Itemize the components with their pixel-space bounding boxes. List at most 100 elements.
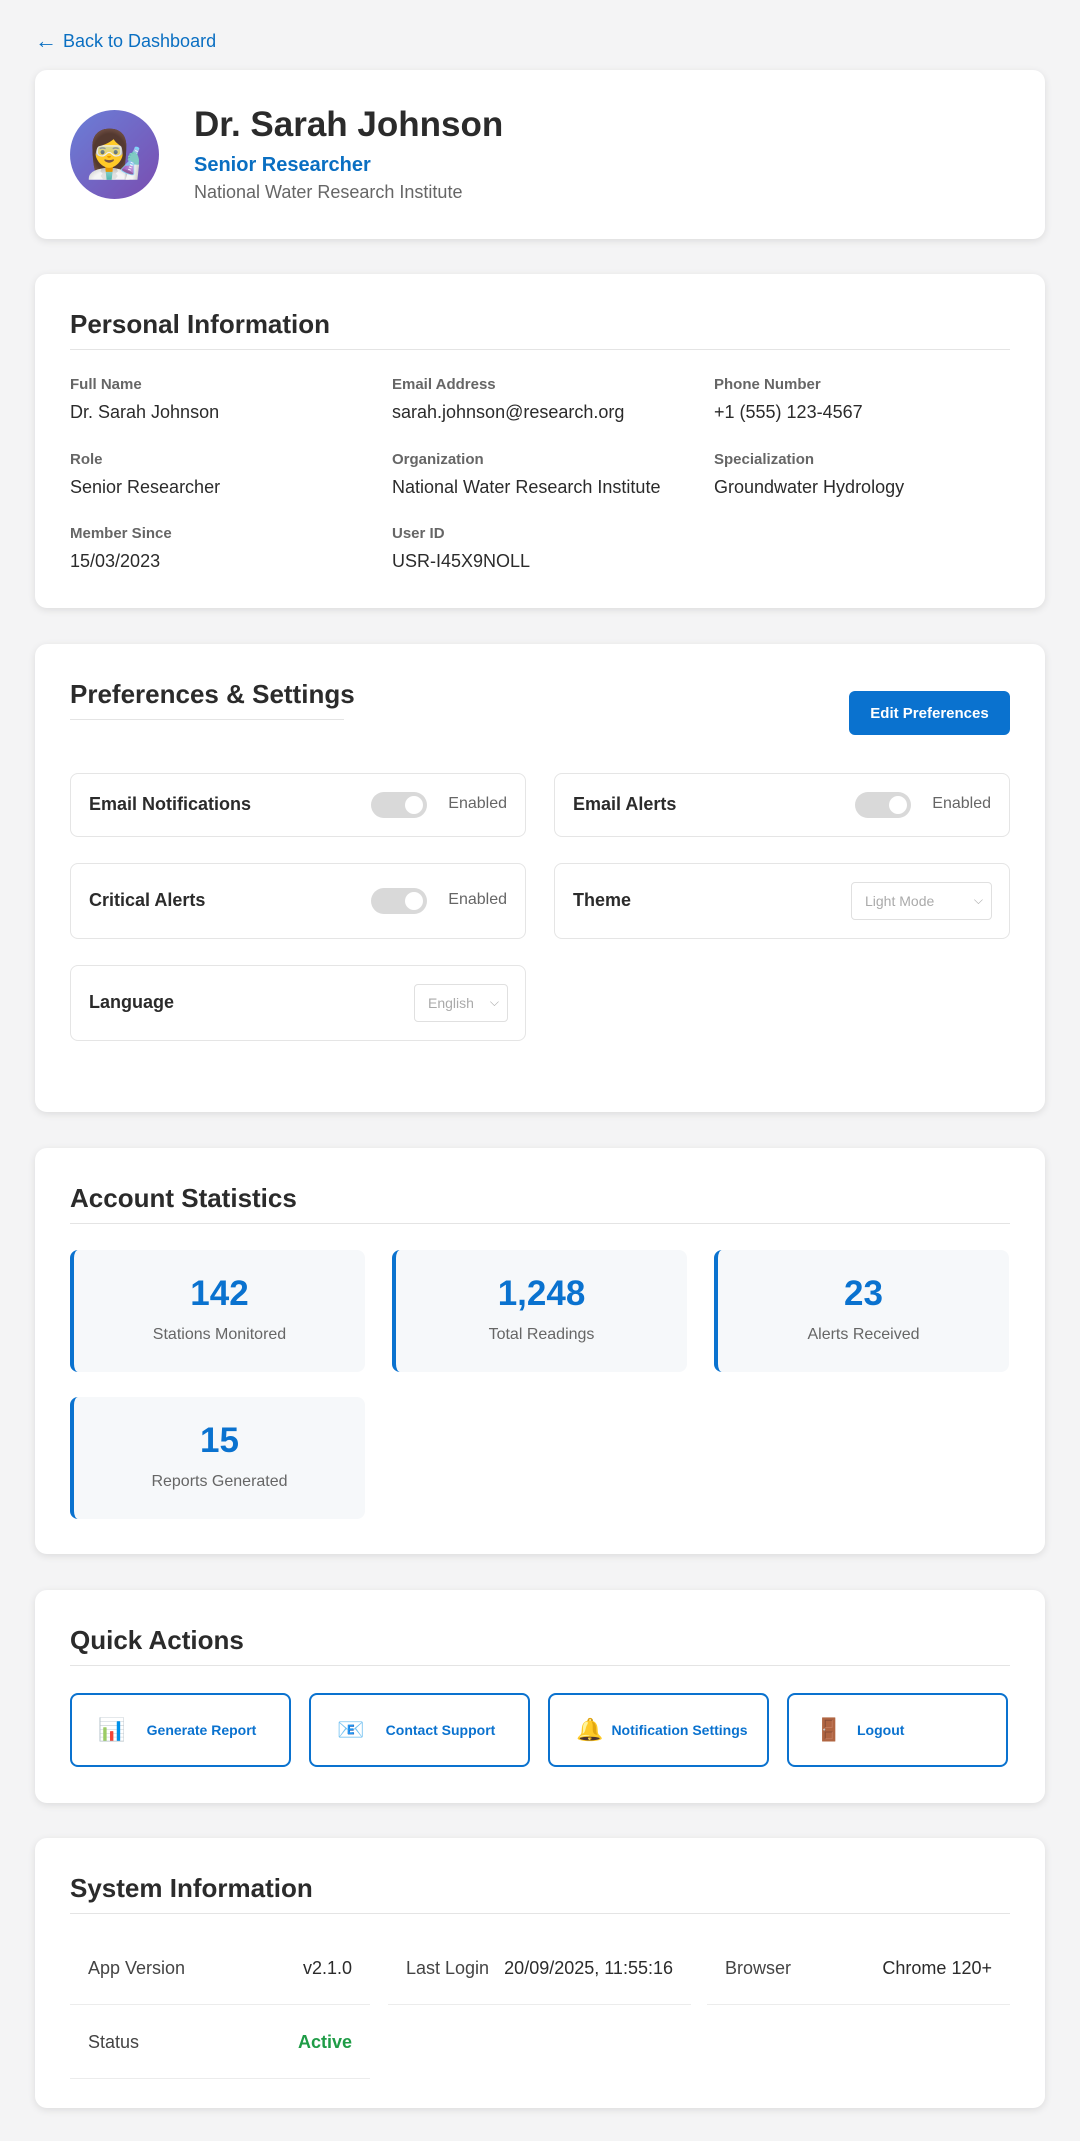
stat-stations-monitored: 142 Stations Monitored [70, 1250, 365, 1372]
field-value: Senior Researcher [70, 477, 221, 497]
toggle-knob [889, 796, 907, 814]
field-value: Dr. Sarah Johnson [70, 402, 220, 422]
section-title-actions: Quick Actions [70, 1625, 244, 1655]
theme-select-value: Light Mode [865, 893, 935, 909]
toggle-state: Enabled [448, 795, 507, 812]
email-alerts-toggle[interactable] [855, 792, 911, 818]
bell-icon: 🔔 [576, 1717, 604, 1742]
field-label: Phone Number [714, 376, 821, 393]
section-divider [70, 1665, 1010, 1666]
field-role: Role Senior Researcher [70, 451, 370, 498]
language-select[interactable]: English ⌵ [414, 984, 508, 1022]
email-notifications-toggle[interactable] [371, 792, 427, 818]
profile-header-card: 👩‍🔬 Dr. Sarah Johnson Senior Researcher … [35, 70, 1045, 239]
theme-select[interactable]: Light Mode ⌵ [851, 882, 992, 920]
door-icon: 🚪 [815, 1717, 843, 1742]
field-label: Member Since [70, 525, 172, 542]
stat-total-readings: 1,248 Total Readings [392, 1250, 687, 1372]
chevron-down-icon: ⌵ [489, 995, 499, 1009]
section-title-preferences: Preferences & Settings [70, 679, 355, 709]
language-select-value: English [428, 995, 474, 1011]
pref-label: Critical Alerts [89, 890, 206, 910]
pref-language: Language English ⌵ [70, 965, 526, 1041]
account-statistics-card: Account Statistics 142 Stations Monitore… [35, 1148, 1045, 1554]
arrow-left-icon: ← [35, 28, 57, 53]
toggle-state: Enabled [932, 795, 991, 812]
system-row-last-login: Last Login 20/09/2025, 11:55:16 [388, 1933, 691, 2005]
field-label: Specialization [714, 451, 815, 468]
system-value: v2.1.0 [302, 1958, 352, 1978]
field-label: Full Name [70, 376, 142, 393]
system-row-browser: Browser Chrome 120+ [707, 1933, 1010, 2005]
system-label: App Version [88, 1958, 186, 1978]
logout-button[interactable]: 🚪 Logout [787, 1693, 1008, 1767]
section-divider [70, 1223, 1010, 1224]
field-member-since: Member Since 15/03/2023 [70, 525, 370, 572]
bar-chart-icon: 📊 [98, 1717, 126, 1742]
action-label: Logout [857, 1721, 905, 1738]
section-title-system: System Information [70, 1873, 313, 1903]
field-organization: Organization National Water Research Ins… [392, 451, 692, 498]
notification-settings-button[interactable]: 🔔 Notification Settings [548, 1693, 769, 1767]
pref-label: Email Notifications [89, 794, 252, 814]
contact-support-button[interactable]: 📧 Contact Support [309, 1693, 530, 1767]
section-title-statistics: Account Statistics [70, 1183, 297, 1213]
section-divider [70, 349, 1010, 350]
pref-label: Email Alerts [573, 794, 677, 814]
system-information-card: System Information App Version v2.1.0 La… [35, 1838, 1045, 2108]
system-label: Browser [725, 1958, 792, 1978]
stat-label: Alerts Received [807, 1326, 920, 1343]
system-row-app-version: App Version v2.1.0 [70, 1933, 370, 2005]
stat-value: 142 [190, 1274, 249, 1313]
back-link-label: Back to Dashboard [63, 30, 217, 51]
scientist-avatar-icon: 👩‍🔬 [70, 110, 159, 199]
stat-label: Total Readings [488, 1326, 595, 1343]
field-full-name: Full Name Dr. Sarah Johnson [70, 376, 370, 423]
pref-label: Theme [573, 890, 632, 910]
action-label: Contact Support [385, 1721, 496, 1738]
action-label: Notification Settings [611, 1721, 748, 1738]
toggle-knob [405, 796, 423, 814]
field-value: sarah.johnson@research.org [392, 402, 625, 422]
quick-actions-card: Quick Actions 📊 Generate Report 📧 Contac… [35, 1590, 1045, 1803]
toggle-state: Enabled [448, 891, 507, 908]
personal-information-card: Personal Information Full Name Dr. Sarah… [35, 274, 1045, 608]
profile-name: Dr. Sarah Johnson [194, 105, 504, 144]
stat-value: 15 [200, 1421, 239, 1460]
pref-email-notifications: Email Notifications Enabled [70, 773, 526, 837]
system-value: 20/09/2025, 11:55:16 [504, 1958, 673, 1978]
field-label: Organization [392, 451, 484, 468]
system-value: Chrome 120+ [882, 1958, 992, 1978]
pref-label: Language [89, 992, 175, 1012]
stat-value: 23 [844, 1274, 883, 1313]
system-label: Last Login [406, 1958, 490, 1978]
critical-alerts-toggle[interactable] [371, 888, 427, 914]
field-phone: Phone Number +1 (555) 123-4567 [714, 376, 1014, 423]
envelope-icon: 📧 [337, 1717, 365, 1742]
system-label: Status [88, 2032, 140, 2052]
pref-theme: Theme Light Mode ⌵ [554, 863, 1010, 939]
edit-preferences-button[interactable]: Edit Preferences [849, 691, 1010, 735]
generate-report-button[interactable]: 📊 Generate Report [70, 1693, 291, 1767]
field-label: User ID [392, 525, 445, 542]
field-value: USR-I45X9NOLL [392, 551, 531, 571]
system-row-status: Status Active [70, 2007, 370, 2079]
field-specialization: Specialization Groundwater Hydrology [714, 451, 1014, 498]
stat-label: Reports Generated [151, 1473, 288, 1490]
chevron-down-icon: ⌵ [973, 893, 983, 907]
pref-email-alerts: Email Alerts Enabled [554, 773, 1010, 837]
section-divider [70, 719, 344, 720]
status-badge: Active [297, 2032, 352, 2052]
preferences-card: Preferences & Settings Edit Preferences … [35, 644, 1045, 1112]
profile-organization: National Water Research Institute [194, 182, 463, 202]
field-value: National Water Research Institute [392, 477, 661, 497]
back-to-dashboard-link[interactable]: ← Back to Dashboard [35, 30, 216, 52]
stat-value: 1,248 [497, 1274, 586, 1313]
pref-critical-alerts: Critical Alerts Enabled [70, 863, 526, 939]
field-user-id: User ID USR-I45X9NOLL [392, 525, 692, 572]
field-label: Role [70, 451, 103, 468]
field-label: Email Address [392, 376, 496, 393]
section-title-personal: Personal Information [70, 309, 331, 339]
field-value: +1 (555) 123-4567 [714, 402, 863, 422]
stat-reports-generated: 15 Reports Generated [70, 1397, 365, 1519]
